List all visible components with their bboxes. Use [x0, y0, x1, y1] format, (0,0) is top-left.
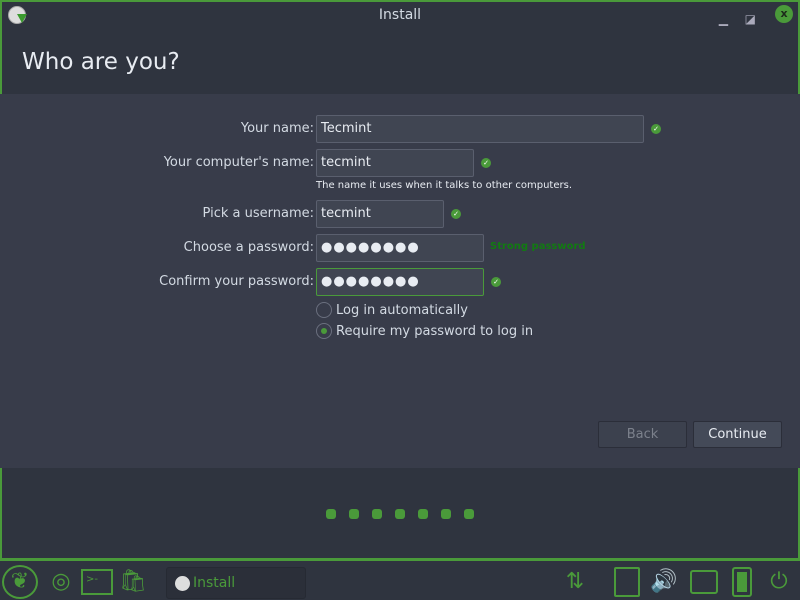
step-dot [395, 509, 405, 519]
name-label: Your name: [240, 121, 314, 136]
task-label: Install [193, 575, 236, 591]
back-button[interactable]: Back [598, 421, 687, 448]
notification-icon[interactable] [690, 570, 718, 594]
taskbar-install-task[interactable]: Install [166, 567, 306, 599]
network-arrows-icon[interactable]: ⇅ [562, 565, 588, 599]
step-dot [464, 509, 474, 519]
installer-disc-icon [8, 6, 27, 24]
step-dot [418, 509, 428, 519]
step-dot [372, 509, 382, 519]
login-automatically-radio[interactable]: Log in automatically [316, 302, 468, 318]
minimize-button[interactable]: ▁ [719, 6, 728, 32]
menu-leaf-icon[interactable]: ❦ [2, 565, 38, 599]
require-password-label: Require my password to log in [336, 323, 534, 339]
valid-check-icon: ✓ [491, 277, 501, 287]
battery-icon[interactable] [732, 567, 752, 597]
form-area: Your name: Tecmint ✓ Your computer's nam… [0, 94, 800, 468]
computer-name-label: Your computer's name: [163, 155, 314, 170]
continue-button[interactable]: Continue [693, 421, 782, 448]
password-input[interactable]: ●●●●●●●● [316, 234, 484, 262]
close-button[interactable]: x [775, 5, 793, 23]
volume-icon[interactable]: 🔊 [646, 565, 682, 599]
valid-check-icon: ✓ [481, 158, 491, 168]
username-input[interactable]: tecmint [316, 200, 444, 228]
require-password-radio[interactable]: Require my password to log in [316, 323, 533, 339]
login-automatically-label: Log in automatically [336, 302, 468, 318]
page-title: Who are you? [22, 49, 180, 75]
computer-name-hint: The name it uses when it talks to other … [316, 180, 573, 191]
valid-check-icon: ✓ [451, 209, 461, 219]
password-label: Choose a password: [183, 240, 314, 255]
maximize-button[interactable]: ◪ [745, 6, 756, 32]
valid-check-icon: ✓ [651, 124, 661, 134]
radio-unchecked-icon [316, 302, 332, 318]
confirm-password-label: Confirm your password: [159, 274, 314, 289]
clipboard-icon[interactable] [614, 567, 640, 597]
progress-steps [326, 509, 474, 519]
software-bag-icon[interactable]: 🛍 [118, 565, 148, 599]
step-dot [326, 509, 336, 519]
username-label: Pick a username: [202, 206, 314, 221]
power-icon[interactable]: ⏻ [764, 565, 794, 599]
terminal-icon[interactable]: >- [81, 569, 113, 595]
confirm-password-input[interactable]: ●●●●●●●● [316, 268, 484, 296]
computer-name-input[interactable]: tecmint [316, 149, 474, 177]
name-input[interactable]: Tecmint [316, 115, 644, 143]
taskbar: ❦ ◎ >- 🛍 Install ⇅ 🔊 ⏻ [0, 558, 800, 600]
installer-disc-icon [175, 576, 190, 591]
password-strength: Strong password [490, 241, 586, 252]
radio-checked-icon [316, 323, 332, 339]
step-dot [349, 509, 359, 519]
step-dot [441, 509, 451, 519]
window-title: Install [378, 7, 422, 23]
title-bar[interactable]: Install ▁ ◪ x [2, 2, 798, 28]
chrome-icon[interactable]: ◎ [45, 565, 77, 599]
